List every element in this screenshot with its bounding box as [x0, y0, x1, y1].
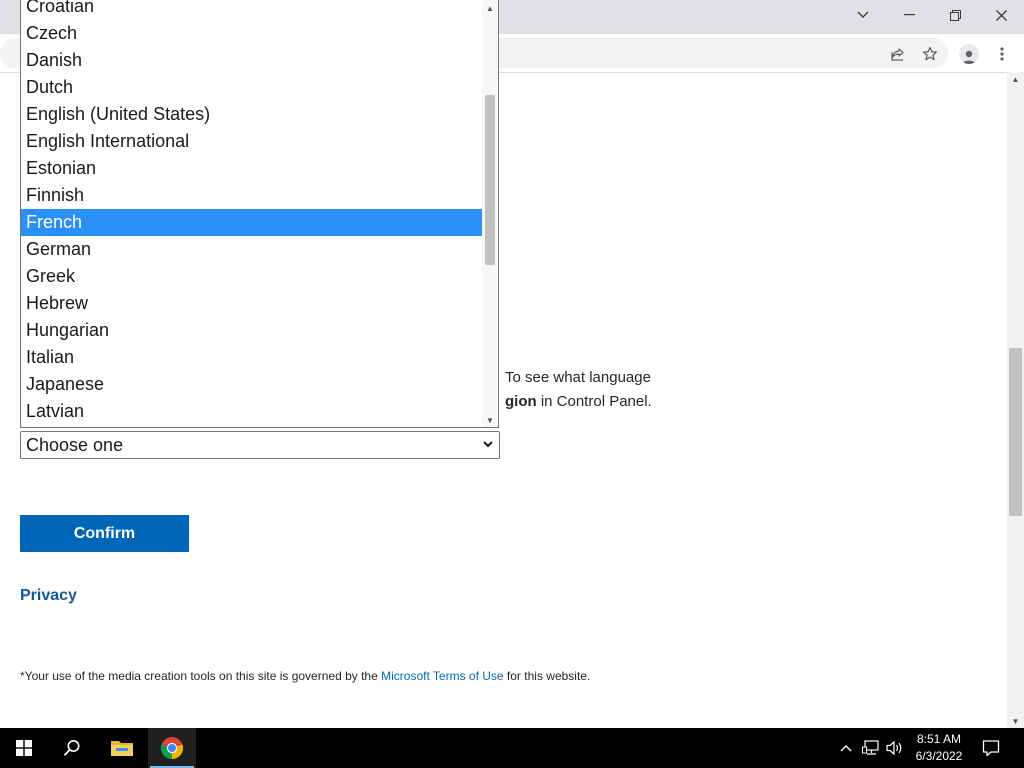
tab-search-chevron-icon[interactable]	[840, 0, 886, 30]
dropdown-option[interactable]: Czech	[21, 20, 483, 47]
select-chevron-down-icon	[481, 436, 495, 452]
page-scrollbar[interactable]: ▲ ▼	[1007, 72, 1024, 728]
language-select-value: Choose one	[26, 435, 124, 455]
dropdown-option[interactable]: Italian	[21, 344, 483, 371]
language-select[interactable]: Choose one	[20, 431, 500, 459]
tray-chevron-up-icon[interactable]	[836, 738, 856, 758]
dropdown-option[interactable]: English International	[21, 128, 483, 155]
dropdown-scroll-up-icon[interactable]: ▲	[482, 1, 498, 15]
menu-kebab-icon[interactable]	[991, 43, 1013, 65]
scroll-down-arrow-icon[interactable]: ▼	[1007, 714, 1024, 728]
privacy-link[interactable]: Privacy	[20, 587, 77, 605]
dropdown-option[interactable]: Japanese	[21, 371, 483, 398]
dropdown-option[interactable]: Greek	[21, 263, 483, 290]
dropdown-option[interactable]: Finnish	[21, 182, 483, 209]
instructions-line-2: gion in Control Panel.	[505, 390, 985, 414]
dropdown-option[interactable]: Dutch	[21, 74, 483, 101]
language-instructions-text: To see what language gion in Control Pan…	[505, 366, 985, 414]
terms-notice-prefix: *Your use of the media creation tools on…	[20, 669, 382, 683]
scroll-up-arrow-icon[interactable]: ▲	[1007, 72, 1024, 86]
dropdown-option[interactable]: German	[21, 236, 483, 263]
taskbar-clock[interactable]: 8:51 AM 6/3/2022	[905, 731, 973, 765]
minimize-button[interactable]	[886, 0, 932, 30]
terms-notice: *Your use of the media creation tools on…	[20, 669, 590, 683]
network-icon[interactable]	[861, 738, 881, 758]
bookmark-star-icon[interactable]	[919, 43, 941, 65]
instructions-line-1: To see what language	[505, 369, 651, 386]
share-icon[interactable]	[887, 43, 909, 65]
profile-avatar-icon[interactable]	[958, 43, 980, 65]
volume-icon[interactable]	[885, 738, 905, 758]
dropdown-option[interactable]: Hebrew	[21, 290, 483, 317]
windows-start-icon[interactable]	[0, 728, 48, 768]
dropdown-option[interactable]: Hungarian	[21, 317, 483, 344]
terms-of-use-link[interactable]: Microsoft Terms of Use	[381, 669, 503, 683]
instructions-line-2-rest: in Control Panel.	[536, 393, 652, 410]
dropdown-option[interactable]: Danish	[21, 47, 483, 74]
file-explorer-icon[interactable]	[98, 728, 146, 768]
clock-time: 8:51 AM	[916, 732, 962, 746]
dropdown-option[interactable]: Latvian	[21, 398, 483, 425]
language-dropdown-list[interactable]: Croatian Czech Danish Dutch English (United …	[20, 0, 499, 428]
dropdown-scroll-down-icon[interactable]: ▼	[482, 413, 498, 427]
page-scrollbar-thumb[interactable]	[1009, 348, 1022, 516]
terms-notice-suffix: for this website.	[503, 669, 591, 683]
clock-date: 6/3/2022	[915, 749, 963, 763]
restore-button[interactable]	[932, 0, 978, 30]
dropdown-scrollbar[interactable]: ▲ ▼	[482, 0, 498, 427]
dropdown-scrollbar-thumb[interactable]	[485, 95, 495, 265]
windows-taskbar: 8:51 AM 6/3/2022	[0, 728, 1024, 768]
dropdown-option[interactable]: English (United States)	[21, 101, 483, 128]
instructions-bold-fragment: gion	[505, 393, 537, 410]
confirm-button[interactable]: Confirm	[20, 515, 189, 552]
action-center-icon[interactable]	[981, 738, 1001, 758]
close-button[interactable]	[978, 0, 1024, 30]
dropdown-option[interactable]: Estonian	[21, 155, 483, 182]
chrome-icon[interactable]	[148, 728, 196, 768]
dropdown-option[interactable]: Croatian	[21, 0, 483, 20]
search-icon[interactable]	[48, 728, 96, 768]
dropdown-option-selected[interactable]: French	[21, 209, 483, 236]
